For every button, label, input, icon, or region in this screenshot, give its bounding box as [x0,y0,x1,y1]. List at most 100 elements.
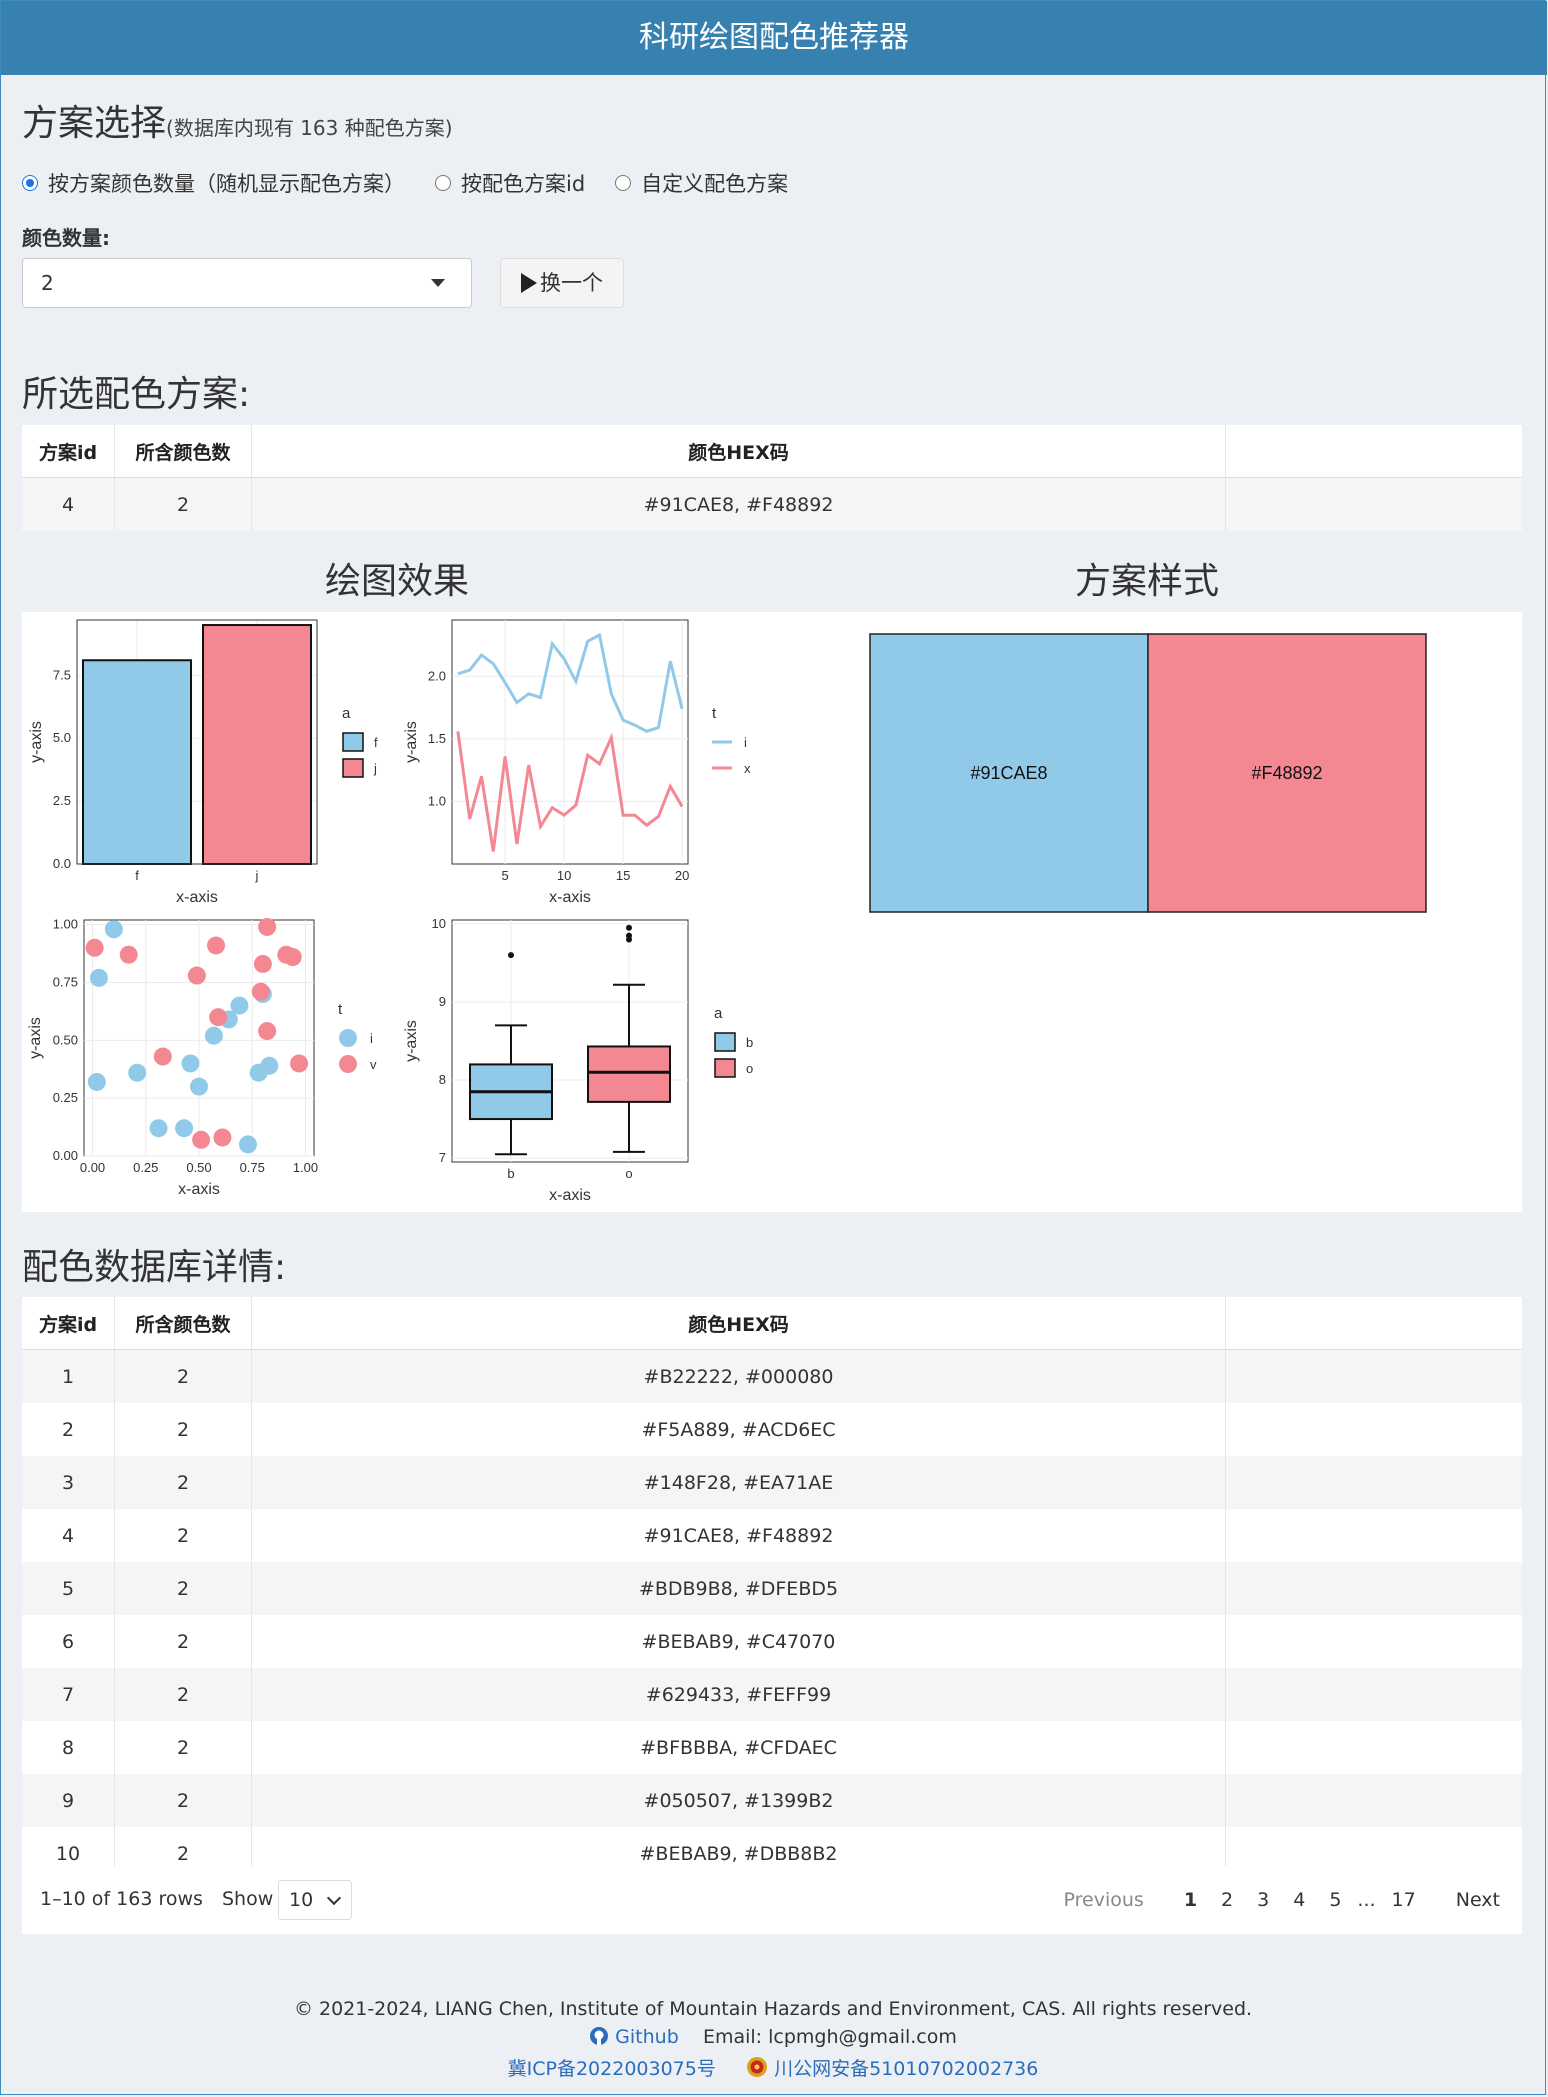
pagination: Previous 1 2 3 4 5 ... 17 Next [1052,1866,1522,1934]
radio-by-id[interactable]: 按配色方案id [435,168,585,198]
x-tick-label: 20 [675,868,689,883]
table-row[interactable]: 7 2 #629433, #FEFF99 [22,1668,1522,1721]
column-header-count[interactable]: 所含颜色数 [114,1297,252,1350]
y-tick-label: 0.0 [53,856,71,871]
chevron-down-icon [326,1890,342,1906]
cell-spacer [1226,1403,1523,1456]
table-row[interactable]: 2 2 #F5A889, #ACD6EC [22,1403,1522,1456]
cell-hex: #BFBBBA, #CFDAEC [251,1721,1226,1774]
pagination-page[interactable]: 2 [1209,1889,1245,1911]
database-heading: 配色数据库详情: [22,1247,287,1288]
table-row[interactable]: 6 2 #BEBAB9, #C47070 [22,1615,1522,1668]
column-header-id[interactable]: 方案id [22,1297,115,1350]
pagination-previous[interactable]: Previous [1052,1889,1156,1911]
swatch-label: #F48892 [1251,763,1322,783]
cell-count: 2 [114,1509,252,1562]
column-header-hex[interactable]: 颜色HEX码 [251,1297,1226,1350]
x-tick-label: o [625,1166,632,1181]
table-row[interactable]: 4 2 #91CAE8, #F48892 [22,477,1522,531]
app-header: 科研绘图配色推荐器 [1,1,1547,75]
scatter-point-v [209,1008,228,1027]
radio-label: 自定义配色方案 [641,172,789,196]
x-tick-label: 5 [501,868,508,883]
pagination-page[interactable]: 1 [1172,1889,1209,1911]
pagination-next[interactable]: Next [1444,1889,1512,1911]
cell-spacer [1225,1562,1522,1615]
y-tick-label: 8 [439,1072,446,1087]
cell-count: 2 [114,1403,252,1456]
cell-hex: #148F28, #EA71AE [251,1456,1226,1509]
radio-custom[interactable]: 自定义配色方案 [615,168,788,198]
scatter-point-i [175,1119,194,1138]
cell-spacer [1225,1774,1522,1827]
legend-key [342,758,364,778]
selection-heading: 方案选择(数据库内现有 163 种配色方案) [22,94,453,146]
table-row[interactable]: 8 2 #BFBBBA, #CFDAEC [22,1721,1522,1774]
table-row[interactable]: 4 2 #91CAE8, #F48892 [22,1509,1522,1562]
legend-key [342,732,364,752]
cell-id: 4 [22,477,115,531]
cell-count: 2 [114,1668,252,1721]
police-record-link[interactable]: 川公网安备51010702002736 [774,2058,1038,2080]
cell-hex: #91CAE8, #F48892 [251,1509,1226,1562]
legend-label: v [370,1057,377,1072]
selection-title: 方案选择 [22,103,167,144]
legend-title: a [342,705,351,722]
plot-effect-title: 绘图效果 [324,561,469,602]
scheme-style-title: 方案样式 [1074,561,1219,602]
show-label: Show [222,1888,274,1910]
cell-hex: #050507, #1399B2 [251,1774,1226,1827]
selected-scheme-table: 方案id 所含颜色数 颜色HEX码 4 2 #91CAE8, #F48892 [22,425,1522,531]
scatter-point-i [204,1026,223,1045]
scatter-point-i [190,1077,208,1096]
column-header-id[interactable]: 方案id [22,425,115,478]
y-tick-label: 0.75 [53,974,78,989]
table-row[interactable]: 5 2 #BDB9B8, #DFEBD5 [22,1562,1522,1615]
table-row[interactable]: 1 2 #B22222, #000080 [22,1349,1522,1403]
y-axis-label: y-axis [27,1017,44,1059]
column-header-spacer [1225,425,1522,478]
y-tick-label: 9 [439,994,446,1009]
scatter-point-v [153,1047,172,1066]
color-count-select[interactable]: 2 [22,258,472,308]
x-tick-label: b [507,1166,514,1181]
icp-link[interactable]: 冀ICP备2022003075号 [508,2058,716,2080]
cell-id: 1 [22,1349,115,1403]
pagination-page[interactable]: 3 [1245,1889,1281,1911]
radio-button[interactable] [435,175,451,191]
database-table: 方案id 所含颜色数 颜色HEX码 1 2 #B22222, #000080 2 2 #F… [22,1297,1522,1880]
pagination-page[interactable]: 4 [1281,1889,1317,1911]
radio-label: 按配色方案id [461,172,586,196]
email-text: Email: lcpmgh@gmail.com [702,2026,957,2048]
table-row[interactable]: 3 2 #148F28, #EA71AE [22,1456,1522,1509]
radio-button[interactable] [22,175,38,191]
legend-title: t [338,1001,343,1018]
column-header-count[interactable]: 所含颜色数 [114,425,252,478]
cell-id: 4 [22,1509,115,1562]
y-axis-label: y-axis [28,721,45,763]
cell-id: 9 [22,1774,115,1827]
radio-by-count[interactable]: 按方案颜色数量（随机显示配色方案） [22,168,405,198]
table-row[interactable]: 9 2 #050507, #1399B2 [22,1774,1522,1827]
box-outlier [626,924,632,931]
pagination-page[interactable]: 17 [1380,1889,1428,1911]
y-axis-label: y-axis [403,721,420,763]
scatter-point-v [85,938,104,957]
play-icon [521,273,537,293]
legend-key [714,1032,736,1052]
page-size-select[interactable]: 10 [278,1880,352,1920]
scatter-point-v [251,982,270,1001]
cell-spacer [1225,477,1522,531]
github-link[interactable]: Github [589,2026,685,2048]
x-axis-label: x-axis [178,1181,220,1198]
radio-button[interactable] [615,175,632,191]
swap-button[interactable]: 换一个 [500,258,624,308]
pagination-page[interactable]: 5 [1317,1889,1353,1911]
y-tick-label: 0.25 [53,1090,78,1105]
panel-border [451,919,689,1163]
cell-count: 2 [114,1721,252,1774]
scatter-point-v [253,954,272,973]
cell-count: 2 [114,1456,252,1509]
column-header-hex[interactable]: 颜色HEX码 [251,425,1226,478]
scatter-point-v [283,948,302,967]
